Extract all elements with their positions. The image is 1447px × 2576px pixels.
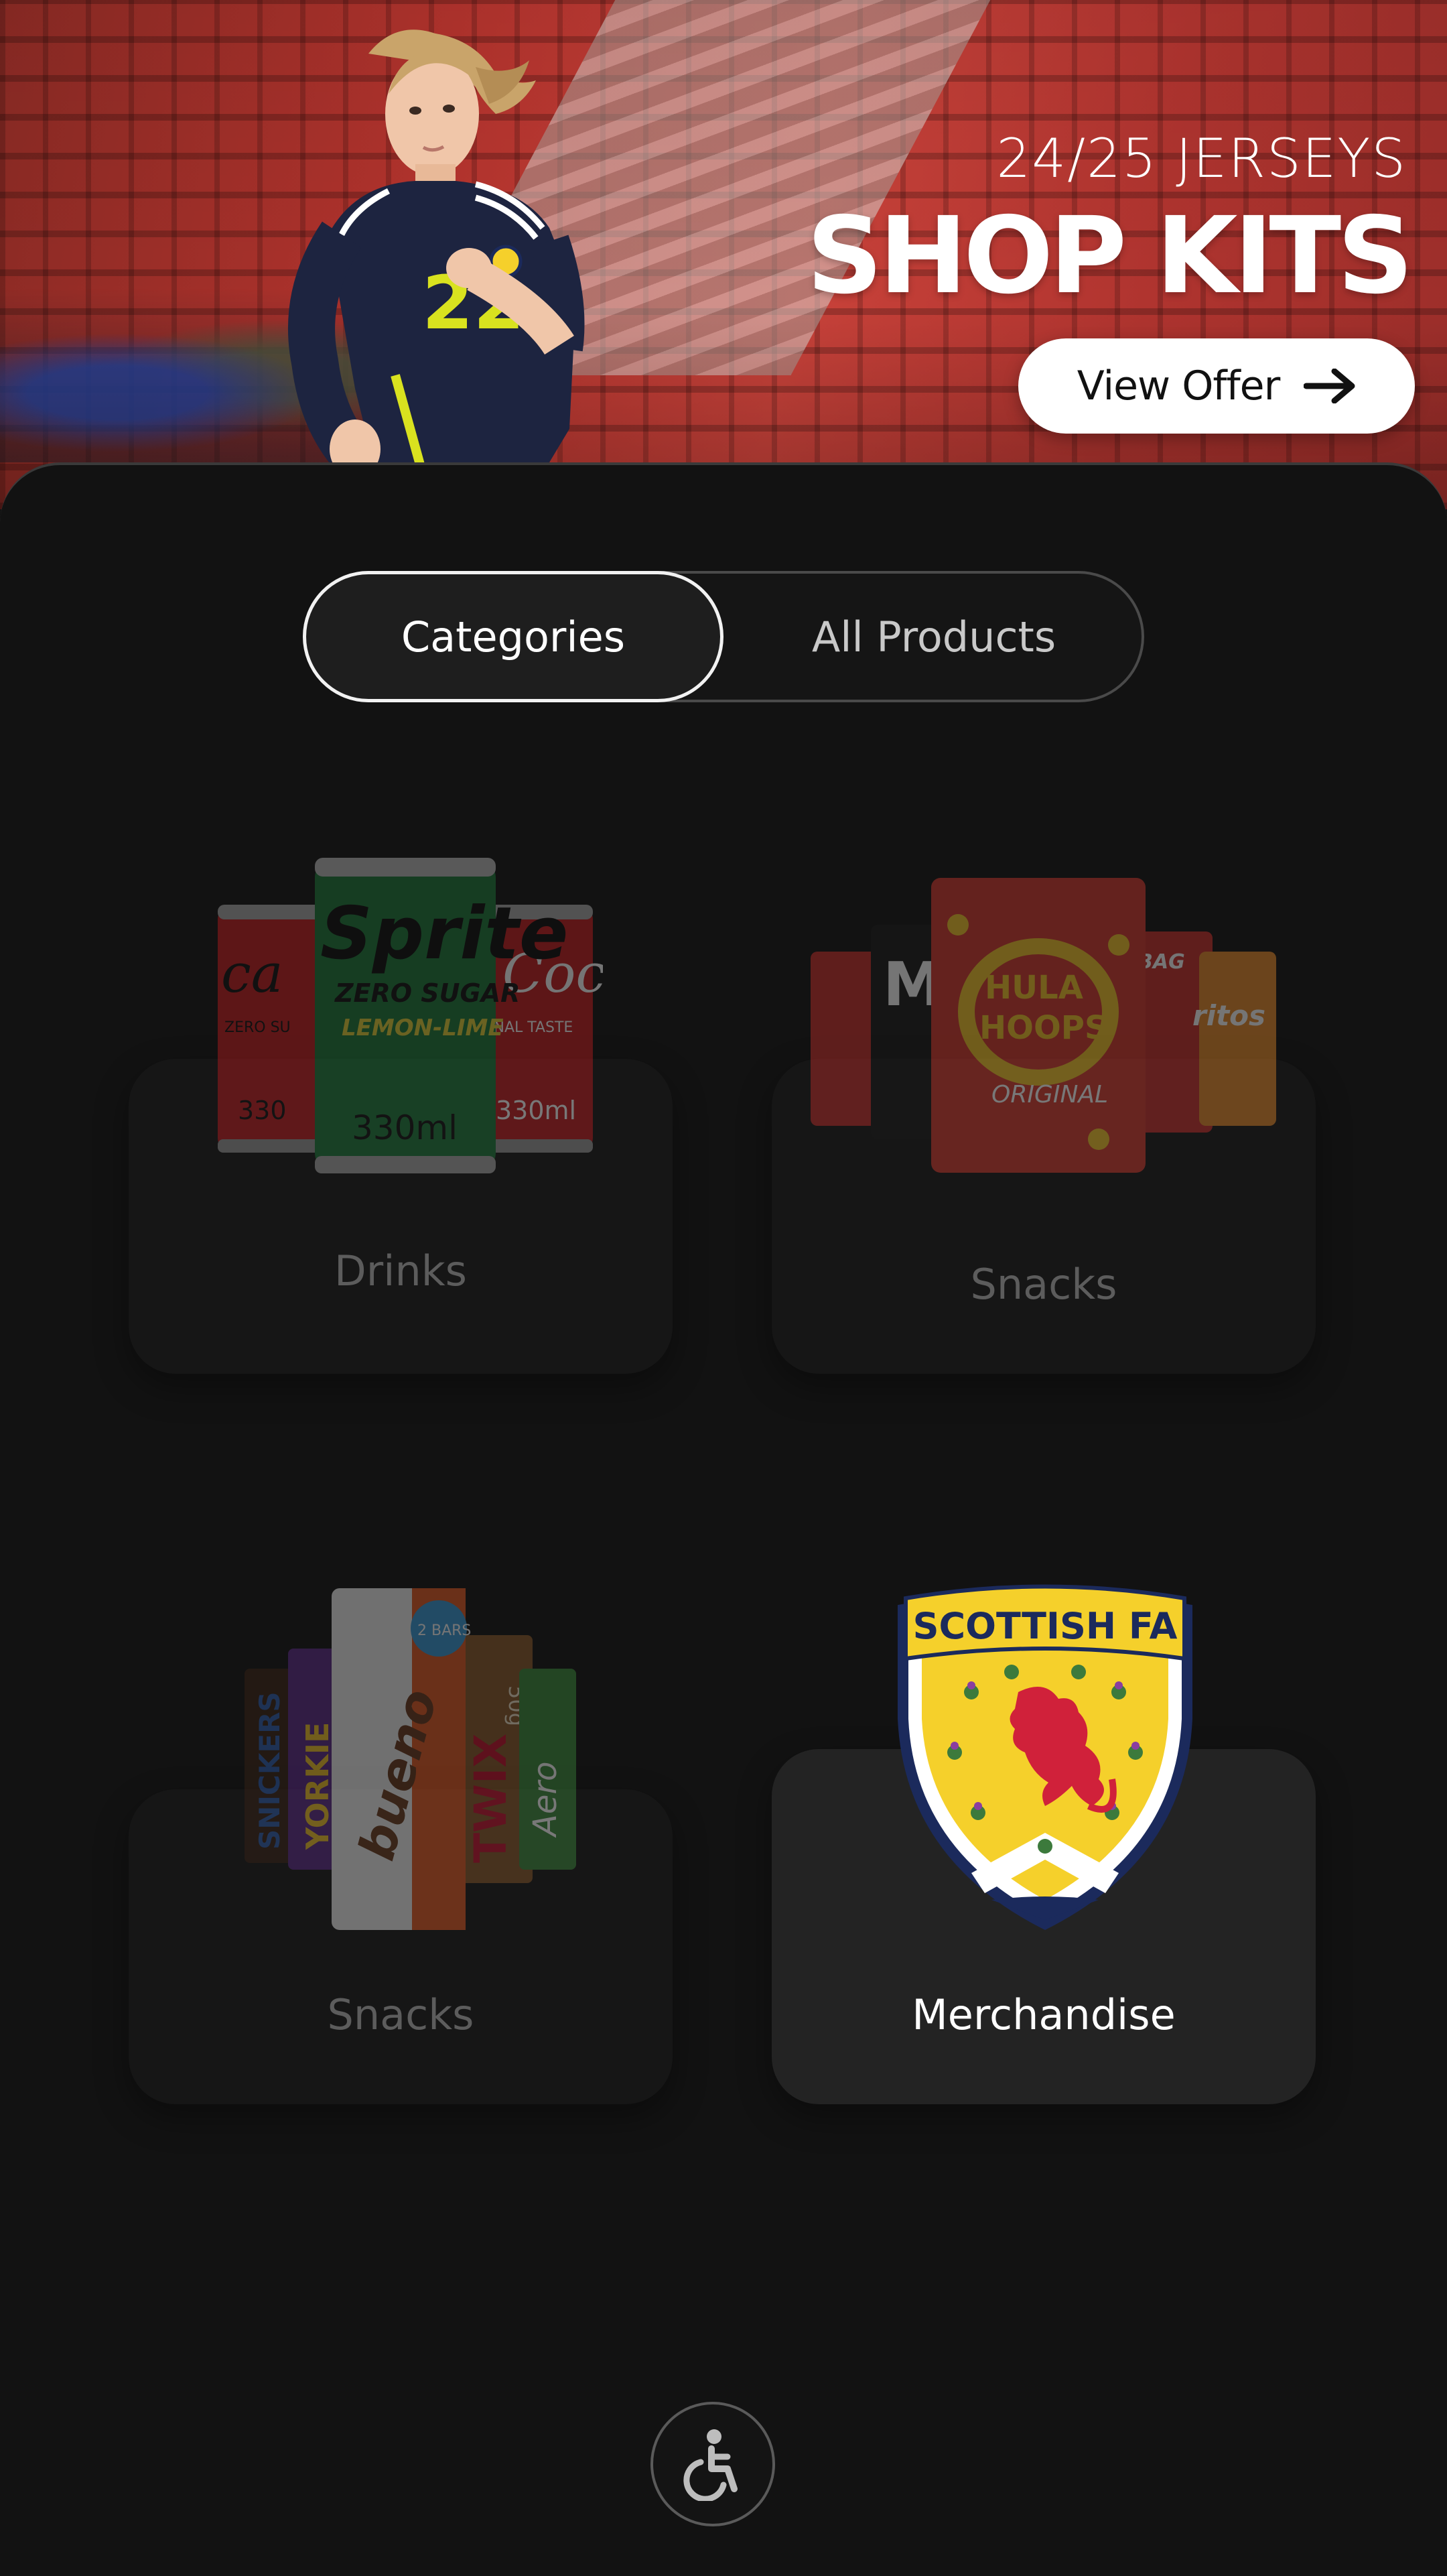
svg-text:2 BARS: 2 BARS (417, 1622, 471, 1639)
arrow-right-icon (1304, 369, 1355, 403)
hero-subtitle: 24/25 JERSEYS (996, 127, 1407, 190)
svg-text:330ml: 330ml (496, 1096, 576, 1125)
crisps-image: M BAG ritos HULA HOOPS ORIGINAL (811, 878, 1276, 1173)
svg-text:330: 330 (238, 1096, 287, 1125)
svg-text:SCOTTISH FA: SCOTTISH FA (913, 1605, 1178, 1647)
svg-text:ca: ca (221, 942, 283, 1005)
player-image: 22 (288, 29, 585, 496)
view-offer-label: View Offer (1077, 363, 1281, 409)
hero-banner: 22 24/25 JERSEYS SHOP KITS View Offer (0, 0, 1447, 509)
svg-text:ritos: ritos (1192, 999, 1265, 1032)
category-label: Snacks (327, 1990, 474, 2039)
drinks-image: ca ZERO SU 330 Coc INAL TASTE 330ml Spri… (218, 858, 603, 1173)
svg-text:LEMON-LIME: LEMON-LIME (342, 1015, 504, 1041)
svg-text:Sprite: Sprite (320, 892, 568, 976)
svg-text:Aero: Aero (527, 1762, 564, 1838)
view-offer-button[interactable]: View Offer (1018, 338, 1415, 434)
scottish-fa-crest-image: SCOTTISH FA (898, 1584, 1192, 1930)
svg-text:HULA: HULA (985, 969, 1083, 1007)
svg-text:HOOPS: HOOPS (979, 1009, 1108, 1047)
svg-text:TWIX: TWIX (465, 1734, 516, 1863)
svg-text:ORIGINAL: ORIGINAL (991, 1081, 1108, 1108)
accessibility-icon (683, 2429, 738, 2501)
svg-text:ZERO SU: ZERO SU (224, 1019, 291, 1036)
accessibility-button[interactable] (650, 2402, 775, 2526)
category-label: Snacks (970, 1260, 1117, 1309)
svg-text:330ml: 330ml (352, 1108, 458, 1147)
tab-all-products[interactable]: All Products (724, 571, 1144, 702)
tab-categories[interactable]: Categories (303, 571, 724, 702)
svg-text:YORKIE: YORKIE (299, 1722, 336, 1850)
hero-title: SHOP KITS (807, 194, 1414, 318)
svg-text:ZERO SUGAR: ZERO SUGAR (334, 978, 520, 1008)
category-label: Drinks (334, 1246, 467, 1295)
chocolate-image: SNICKERS YORKIE TWIX 50g Aero 2 BARS bue… (245, 1588, 576, 1930)
content-panel (0, 462, 1447, 2576)
svg-text:SNICKERS: SNICKERS (253, 1691, 286, 1850)
category-label: Merchandise (912, 1990, 1176, 2039)
